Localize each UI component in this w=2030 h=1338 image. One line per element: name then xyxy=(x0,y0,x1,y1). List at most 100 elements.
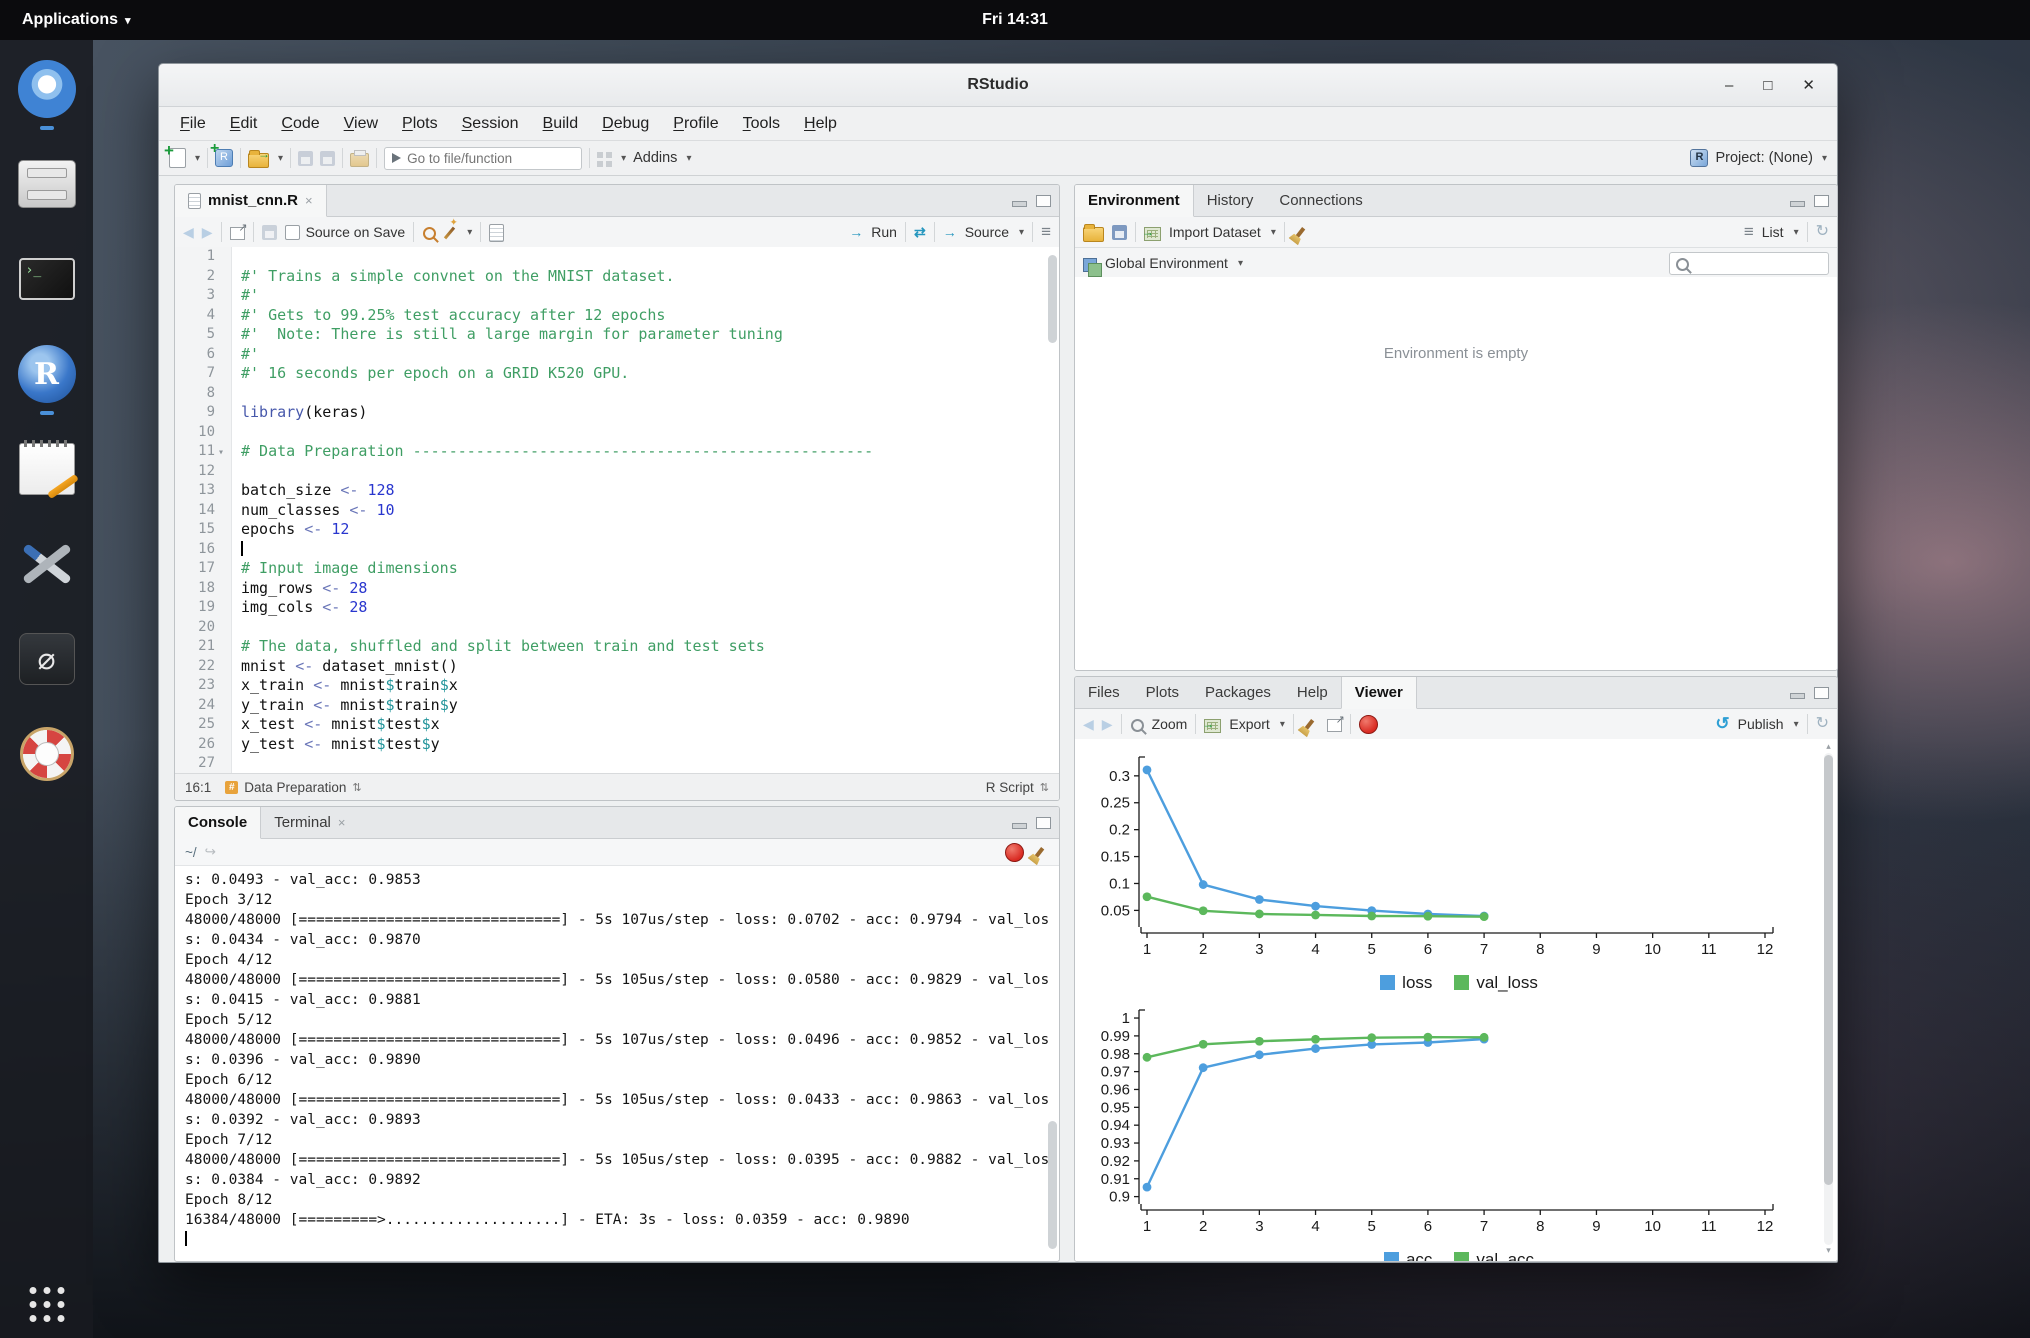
new-project-icon[interactable]: R xyxy=(215,149,233,167)
open-in-new-window-icon[interactable] xyxy=(230,227,245,240)
run-arrow-icon[interactable]: → xyxy=(849,224,863,240)
code-line-5[interactable]: 5#' Note: There is still a large margin … xyxy=(175,325,1059,345)
code-line-18[interactable]: 18img_rows <- 28 xyxy=(175,579,1059,599)
scroll-down-icon[interactable]: ▾ xyxy=(1822,1245,1835,1257)
point-val_loss-3[interactable] xyxy=(1255,910,1264,919)
source-on-save-option[interactable]: Source on Save xyxy=(285,224,406,240)
goto-file-input[interactable] xyxy=(384,147,582,170)
code-line-10[interactable]: 10 xyxy=(175,423,1059,443)
code-line-12[interactable]: 12 xyxy=(175,462,1059,482)
minimize-pane-icon[interactable] xyxy=(1790,201,1805,207)
tab-packages[interactable]: Packages xyxy=(1192,677,1284,708)
project-label[interactable]: Project: (None) xyxy=(1715,150,1813,166)
addins-dropdown-icon[interactable]: ▾ xyxy=(686,153,691,164)
dock-item-terminal[interactable]: ›_ xyxy=(16,248,78,310)
menu-profile[interactable]: Profile xyxy=(662,112,729,136)
maximize-button[interactable]: □ xyxy=(1763,77,1772,94)
save-all-icon[interactable] xyxy=(320,151,335,166)
zoom-icon[interactable] xyxy=(1131,719,1144,732)
new-file-dropdown-icon[interactable]: ▾ xyxy=(195,153,200,164)
document-outline-icon[interactable]: ≡ xyxy=(1041,222,1051,242)
forward-icon[interactable]: ▶ xyxy=(1102,716,1113,733)
close-button[interactable]: ✕ xyxy=(1802,76,1815,94)
menu-file[interactable]: File xyxy=(169,112,217,136)
list-view-label[interactable]: List xyxy=(1762,224,1784,240)
open-file-dropdown-icon[interactable]: ▾ xyxy=(278,153,283,164)
tab-help[interactable]: Help xyxy=(1284,677,1341,708)
stop-icon[interactable] xyxy=(1359,715,1378,734)
dock-item-dark-app[interactable]: ⌀ xyxy=(16,628,78,690)
point-loss-2[interactable] xyxy=(1199,880,1208,889)
point-acc-4[interactable] xyxy=(1311,1044,1320,1053)
import-dropdown-icon[interactable]: ▾ xyxy=(1271,227,1276,238)
menu-help[interactable]: Help xyxy=(793,112,848,136)
point-val_acc-4[interactable] xyxy=(1311,1035,1320,1044)
maximize-pane-icon[interactable] xyxy=(1814,687,1829,699)
list-dropdown-icon[interactable]: ▾ xyxy=(1794,227,1799,238)
code-line-13[interactable]: 13batch_size <- 128 xyxy=(175,481,1059,501)
code-line-3[interactable]: 3#' xyxy=(175,286,1059,306)
point-val_acc-5[interactable] xyxy=(1367,1033,1376,1042)
menu-edit[interactable]: Edit xyxy=(219,112,269,136)
tab-console[interactable]: Console xyxy=(175,807,261,839)
console-scrollbar[interactable] xyxy=(1048,1121,1057,1249)
code-line-17[interactable]: 17# Input image dimensions xyxy=(175,559,1059,579)
code-line-6[interactable]: 6#' xyxy=(175,345,1059,365)
code-line-20[interactable]: 20 xyxy=(175,618,1059,638)
addins-label[interactable]: Addins xyxy=(633,150,677,166)
tab-viewer[interactable]: Viewer xyxy=(1341,677,1417,709)
tab-terminal[interactable]: Terminal× xyxy=(261,807,358,838)
dock-item-tools[interactable] xyxy=(16,533,78,595)
environment-search-input[interactable] xyxy=(1669,252,1829,275)
menu-code[interactable]: Code xyxy=(270,112,330,136)
code-line-26[interactable]: 26y_test <- mnist$test$y xyxy=(175,735,1059,755)
minimize-pane-icon[interactable] xyxy=(1012,823,1027,829)
menu-plots[interactable]: Plots xyxy=(391,112,449,136)
applications-menu[interactable]: Applications ▾ xyxy=(14,0,139,40)
code-line-25[interactable]: 25x_test <- mnist$test$x xyxy=(175,715,1059,735)
clear-environment-icon[interactable] xyxy=(1295,227,1306,239)
publish-label[interactable]: Publish xyxy=(1738,716,1784,732)
point-loss-4[interactable] xyxy=(1311,902,1320,911)
scope-dropdown-icon[interactable]: ▾ xyxy=(1238,258,1243,269)
point-val_acc-6[interactable] xyxy=(1424,1033,1433,1042)
new-file-icon[interactable] xyxy=(169,148,186,168)
dock-item-chromium[interactable] xyxy=(16,58,78,120)
code-line-21[interactable]: 21# The data, shuffled and split between… xyxy=(175,637,1059,657)
menu-tools[interactable]: Tools xyxy=(732,112,791,136)
code-tools-dropdown-icon[interactable]: ▾ xyxy=(467,227,472,238)
back-icon[interactable]: ◀ xyxy=(1083,716,1094,733)
code-line-15[interactable]: 15epochs <- 12 xyxy=(175,520,1059,540)
tab-plots[interactable]: Plots xyxy=(1133,677,1192,708)
clear-viewer-icon[interactable] xyxy=(1304,719,1315,731)
code-line-7[interactable]: 7#' 16 seconds per epoch on a GRID K520 … xyxy=(175,364,1059,384)
point-val_loss-6[interactable] xyxy=(1424,912,1433,921)
save-workspace-icon[interactable] xyxy=(1112,225,1127,240)
working-directory[interactable]: ~/ xyxy=(185,845,197,860)
clock[interactable]: Fri 14:31 xyxy=(982,0,1048,40)
publish-dropdown-icon[interactable]: ▾ xyxy=(1794,719,1799,730)
grid-dropdown-icon[interactable]: ▾ xyxy=(621,153,626,164)
code-line-2[interactable]: 2#' Trains a simple convnet on the MNIST… xyxy=(175,267,1059,287)
point-loss-1[interactable] xyxy=(1143,766,1152,775)
code-line-27[interactable]: 27 xyxy=(175,754,1059,773)
save-icon[interactable] xyxy=(262,225,277,240)
tab-files[interactable]: Files xyxy=(1075,677,1133,708)
close-icon[interactable]: × xyxy=(338,815,346,830)
menu-session[interactable]: Session xyxy=(451,112,530,136)
viewer-scrollbar[interactable]: ▴ ▾ xyxy=(1822,741,1835,1257)
refresh-icon[interactable]: ↻ xyxy=(1816,223,1829,241)
point-val_acc-2[interactable] xyxy=(1199,1040,1208,1049)
tab-environment[interactable]: Environment xyxy=(1075,185,1194,217)
refresh-icon[interactable]: ↻ xyxy=(1816,715,1829,733)
point-val_acc-7[interactable] xyxy=(1480,1033,1489,1042)
source-on-save-checkbox[interactable] xyxy=(285,225,300,240)
point-val_loss-4[interactable] xyxy=(1311,911,1320,920)
import-dataset-icon[interactable] xyxy=(1144,227,1161,241)
export-icon[interactable] xyxy=(1204,719,1221,733)
clear-console-icon[interactable] xyxy=(1034,847,1045,859)
load-workspace-icon[interactable] xyxy=(1083,227,1104,242)
close-icon[interactable]: × xyxy=(305,193,313,208)
export-dropdown-icon[interactable]: ▾ xyxy=(1280,719,1285,730)
menu-view[interactable]: View xyxy=(333,112,389,136)
